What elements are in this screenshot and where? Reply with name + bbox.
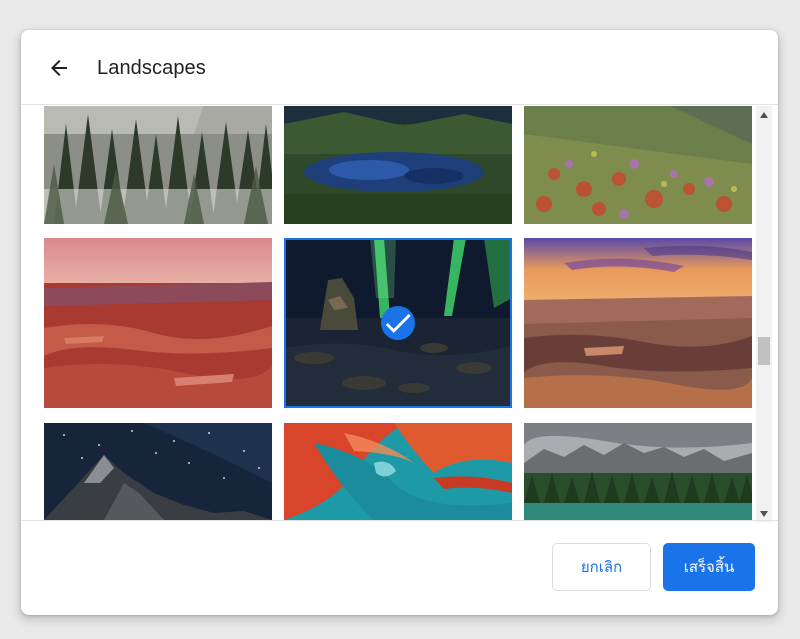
wallpaper-image — [524, 238, 752, 408]
wallpaper-image — [44, 423, 272, 520]
wallpaper-tile-snowy-pine-forest[interactable] — [44, 106, 272, 224]
wallpaper-tile-aurora-over-rocks[interactable] — [284, 238, 512, 408]
vertical-scrollbar[interactable] — [756, 106, 772, 522]
wallpaper-image — [524, 106, 752, 224]
wallpaper-image — [44, 238, 272, 408]
checkmark-icon — [381, 306, 415, 340]
wallpaper-image — [284, 106, 512, 224]
dialog-footer: ยกเลิก เสร็จสิ้น — [21, 520, 778, 615]
scroll-up-arrow-icon[interactable] — [756, 106, 772, 123]
wallpaper-dialog: Landscapes ยกเลิก เสร็จสิ้น — [21, 30, 778, 615]
done-button[interactable]: เสร็จสิ้น — [663, 543, 755, 591]
wallpaper-tile-alpine-lake-forest[interactable] — [524, 423, 752, 520]
back-button[interactable] — [41, 50, 77, 86]
wallpaper-image — [284, 423, 512, 520]
wallpaper-tile-mountain-lake[interactable] — [284, 106, 512, 224]
wallpaper-tile-grand-canyon-sunset[interactable] — [524, 238, 752, 408]
wallpaper-tile-red-canyon-dusk[interactable] — [44, 238, 272, 408]
wallpaper-tile-antelope-canyon[interactable] — [284, 423, 512, 520]
dialog-header: Landscapes — [21, 30, 778, 105]
scroll-thumb[interactable] — [758, 337, 770, 365]
wallpaper-grid — [21, 106, 778, 520]
dialog-title: Landscapes — [97, 57, 206, 79]
arrow-left-icon — [51, 60, 67, 76]
wallpaper-tile-wildflower-meadow[interactable] — [524, 106, 752, 224]
wallpaper-image — [44, 106, 272, 224]
cancel-button[interactable]: ยกเลิก — [552, 543, 651, 591]
wallpaper-tile-starry-mountain-peak[interactable] — [44, 423, 272, 520]
wallpaper-image — [524, 423, 752, 520]
